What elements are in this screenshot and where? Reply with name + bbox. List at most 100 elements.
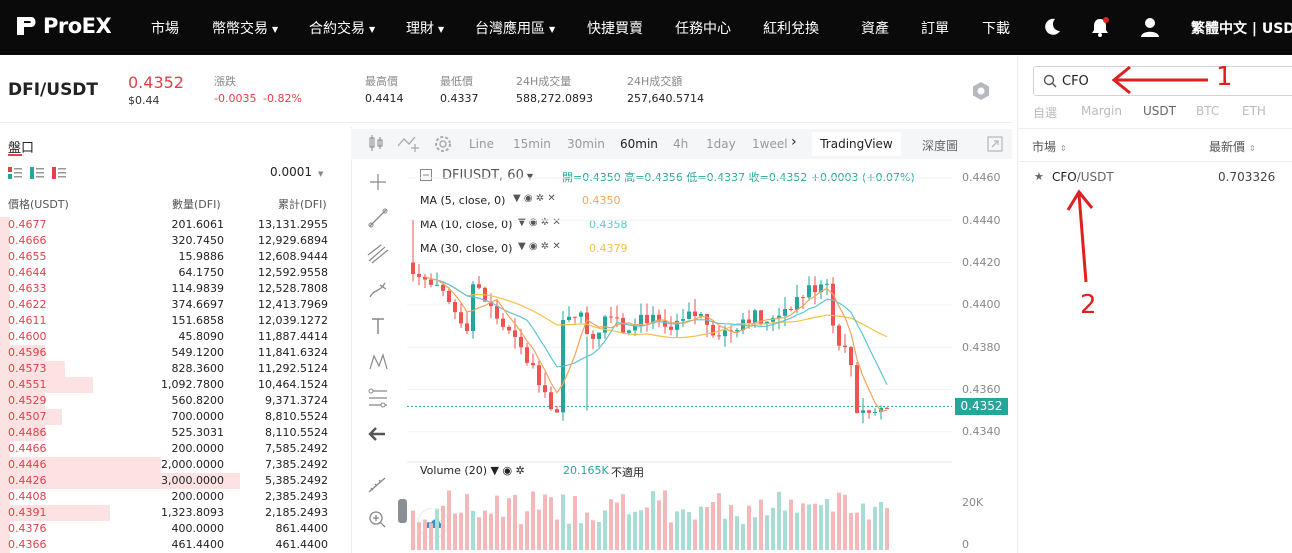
volume-bar (549, 497, 553, 550)
trend-line-icon[interactable] (365, 207, 391, 229)
tab-margin[interactable]: Margin (1081, 104, 1122, 118)
interval-60min[interactable]: 60min (620, 137, 658, 151)
orderbook-row[interactable]: 0.4507 700.0000 8,810.5524 (0, 409, 343, 425)
fiat-price: $0.44 (128, 94, 160, 107)
nav-orders[interactable]: 訂單 (921, 18, 949, 38)
volume-bar (555, 519, 559, 550)
volume-indicator-value: 20.165K (563, 464, 609, 477)
orderbook-row[interactable]: 0.4633 114.9839 12,528.7808 (0, 281, 343, 297)
tab-eth[interactable]: ETH (1242, 104, 1266, 118)
interval-line[interactable]: Line (469, 137, 494, 151)
tradingview-tab[interactable]: TradingView (812, 132, 901, 156)
tab-favorites[interactable]: 自選 (1033, 104, 1057, 121)
user-icon[interactable] (1138, 15, 1162, 39)
orderbook-row[interactable]: 0.4622 374.6697 12,413.7969 (0, 297, 343, 313)
ask-total: 5,385.2492 (265, 474, 328, 487)
zoom-in-icon[interactable] (365, 508, 391, 530)
volume-bar (837, 492, 841, 550)
nav-contract-trading[interactable]: 合約交易 ▼ (309, 18, 375, 38)
orderbook-row[interactable]: 0.4466 200.0000 7,585.2492 (0, 441, 343, 457)
orderbook-row[interactable]: 0.4426 3,000.0000 5,385.2492 (0, 473, 343, 489)
market-row-pair[interactable]: CFO/USDT (1052, 170, 1114, 184)
toolbar-collapse-handle[interactable] (398, 499, 407, 523)
nav-assets[interactable]: 資產 (861, 18, 889, 38)
back-arrow-icon[interactable] (365, 423, 391, 445)
nav-market[interactable]: 市場 (151, 18, 179, 38)
pitchfork-icon[interactable] (365, 243, 391, 265)
orderbook-row[interactable]: 0.4366 461.4400 461.4400 (0, 537, 343, 553)
market-column-header[interactable]: 市場 ⇕ (1032, 138, 1067, 155)
volume-bar (843, 494, 847, 550)
volume-bar (753, 517, 757, 550)
orderbook-row[interactable]: 0.4486 525.3031 8,110.5524 (0, 425, 343, 441)
nav-task-center[interactable]: 任務中心 (675, 18, 731, 38)
interval-30min[interactable]: 30min (567, 137, 605, 151)
text-tool-icon[interactable] (365, 315, 391, 337)
orderbook-row[interactable]: 0.4529 560.8200 9,371.3724 (0, 393, 343, 409)
orderbook-row[interactable]: 0.4596 549.1200 11,841.6324 (0, 345, 343, 361)
volume-bar (723, 518, 727, 550)
candle-body (513, 330, 517, 337)
nav-quick-trade[interactable]: 快捷買賣 (587, 18, 643, 38)
star-icon[interactable]: ★ (1034, 170, 1044, 183)
price-column-header[interactable]: 最新價 ⇕ (1209, 138, 1256, 155)
volume-bar (417, 522, 421, 550)
orderbook-row[interactable]: 0.4655 15.9886 12,608.9444 (0, 249, 343, 265)
ask-price: 0.4666 (8, 234, 47, 247)
volume-bar (423, 519, 427, 550)
pattern-icon[interactable] (365, 351, 391, 373)
candle-body (831, 283, 835, 326)
orderbook-buy-icon[interactable] (30, 167, 44, 179)
orderbook-row[interactable]: 0.4573 828.3600 11,292.5124 (0, 361, 343, 377)
interval-15min[interactable]: 15min (513, 137, 551, 151)
gear-icon[interactable] (432, 133, 454, 155)
volume-bar (573, 495, 577, 550)
ruler-icon[interactable] (365, 474, 391, 496)
fib-retracement-icon[interactable] (365, 387, 391, 409)
brush-icon[interactable] (365, 279, 391, 301)
orderbook-row[interactable]: 0.4408 200.0000 2,385.2493 (0, 489, 343, 505)
orderbook-row[interactable]: 0.4391 1,323.8093 2,185.2493 (0, 505, 343, 521)
chevron-right-icon[interactable]: › (791, 134, 797, 150)
ask-amount: 45.8090 (178, 330, 225, 343)
moon-icon[interactable] (1040, 15, 1064, 39)
language-currency-selector[interactable]: 繁體中文 | USD (1191, 18, 1292, 38)
depth-chart-tab[interactable]: 深度圖 (922, 137, 958, 154)
orderbook-row[interactable]: 0.4446 2,000.0000 7,385.2492 (0, 457, 343, 473)
bell-icon[interactable] (1088, 15, 1112, 39)
nav-spot-trading[interactable]: 幣幣交易 ▼ (212, 18, 278, 38)
volume-indicator-label[interactable]: Volume (20) ▼ ◉ ✲ (420, 464, 525, 477)
tab-btc[interactable]: BTC (1196, 104, 1219, 118)
interval-4h[interactable]: 4h (673, 137, 688, 151)
orderbook-row[interactable]: 0.4551 1,092.7800 10,464.1524 (0, 377, 343, 393)
indicator-icon[interactable] (397, 134, 421, 152)
orderbook-row[interactable]: 0.4677 201.6061 13,131.2955 (0, 217, 343, 233)
nav-download[interactable]: 下載 (982, 18, 1010, 38)
precision-select[interactable]: 0.0001 ▼ (270, 165, 334, 183)
orderbook-row[interactable]: 0.4644 64.1750 12,592.9558 (0, 265, 343, 281)
nav-taiwan-zone[interactable]: 台灣應用區 ▼ (475, 18, 555, 38)
orderbook-both-icon[interactable] (8, 167, 22, 179)
interval-1day[interactable]: 1day (706, 137, 736, 151)
fullscreen-icon[interactable] (987, 136, 1003, 152)
ask-total: 13,131.2955 (258, 218, 328, 231)
candle-body (711, 324, 715, 336)
volume-bar (855, 512, 859, 550)
nav-bonus-exchange[interactable]: 紅利兌換 (763, 18, 819, 38)
settings-hex-icon[interactable] (970, 80, 992, 102)
orderbook-sell-icon[interactable] (52, 167, 66, 179)
orderbook-row[interactable]: 0.4376 400.0000 861.4400 (0, 521, 343, 537)
proex-logo[interactable]: ProEX (14, 13, 112, 39)
orderbook-row[interactable]: 0.4666 320.7450 12,929.6894 (0, 233, 343, 249)
orderbook-row[interactable]: 0.4611 151.6858 12,039.1272 (0, 313, 343, 329)
interval-1week[interactable]: 1weel (752, 137, 788, 151)
nav-finance[interactable]: 理財 ▼ (406, 18, 444, 38)
crosshair-icon[interactable] (365, 171, 391, 193)
candle-body (825, 283, 829, 285)
tab-usdt[interactable]: USDT (1143, 104, 1176, 118)
candlestick-type-icon[interactable] (368, 134, 384, 152)
orderbook-row[interactable]: 0.4600 45.8090 11,887.4414 (0, 329, 343, 345)
ma10-line (430, 278, 888, 386)
candlestick-chart[interactable] (407, 160, 952, 550)
volume-bar (477, 517, 481, 550)
